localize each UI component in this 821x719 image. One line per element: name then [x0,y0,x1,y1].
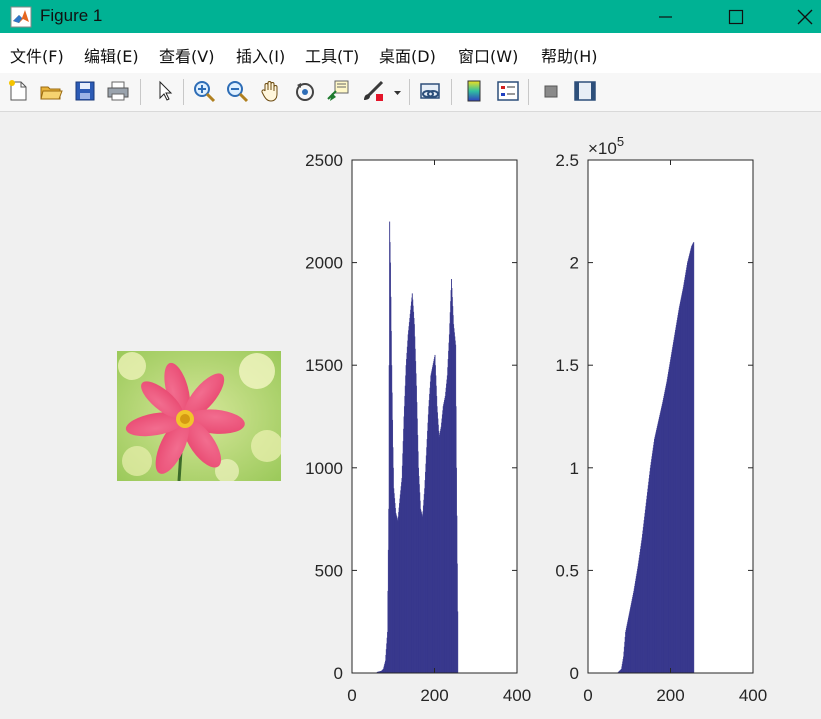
y-tick-label: 1.5 [555,356,579,375]
bar [457,611,459,673]
x-tick-label: 200 [656,686,684,705]
y-tick-label: 1500 [305,356,343,375]
y-tick-label: 1000 [305,459,343,478]
histogram-axes[interactable]: 0 500 1000 1500 2000 2500 0 200 400 [305,151,531,705]
y-exponent-label: ×105 [588,134,624,158]
y-tick-label: 2000 [305,254,343,273]
x-tick-label: 400 [503,686,531,705]
y-tick-label: 500 [315,561,343,580]
y-tick-label: 1 [570,459,579,478]
x-tick-label: 200 [420,686,448,705]
y-tick-label: 2 [570,254,579,273]
x-tick-label: 400 [739,686,767,705]
bar [693,242,695,673]
x-tick-label: 0 [347,686,356,705]
cumulative-histogram-axes[interactable]: 0 0.5 1 1.5 2 2.5 0 200 400 ×105 [555,134,767,705]
y-tick-label: 0.5 [555,561,579,580]
y-tick-label: 0 [570,664,579,683]
plot-layer: 050010001500200025000 200 400 00.511.522.5… [305,134,767,705]
y-tick-label: 2500 [305,151,343,170]
x-tick-label: 0 [583,686,592,705]
y-tick-label: 2.5 [555,151,579,170]
y-tick-label: 0 [334,664,343,683]
